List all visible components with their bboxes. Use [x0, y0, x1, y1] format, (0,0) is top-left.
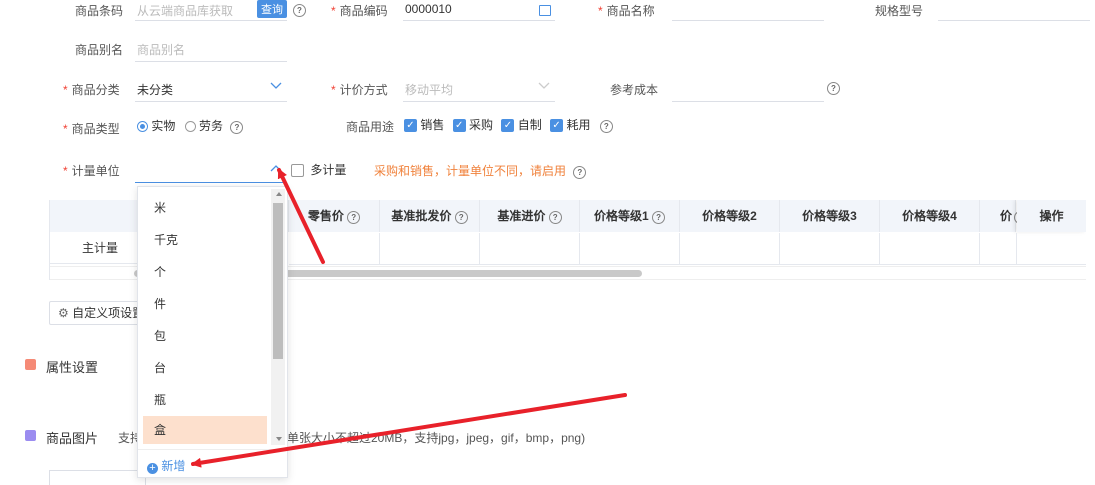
dropdown-option[interactable]: 包: [143, 322, 267, 350]
type-radio-group: 实物 劳务 ?: [137, 117, 244, 134]
th-wholesale-price: 基准批发价 ?: [380, 200, 480, 232]
barcode-placeholder: 从云端商品库获取: [137, 4, 234, 18]
attr-section-title: 属性设置: [46, 360, 99, 375]
category-value: 未分类: [137, 83, 174, 97]
scroll-up-icon[interactable]: [276, 192, 282, 196]
unit-label: * 计量单位: [63, 164, 120, 178]
usage-checkbox-group: ✓ 销售 ✓ 采购 ✓ 自制 ✓ 耗用 ?: [404, 116, 613, 133]
checkbox-self-made[interactable]: ✓: [501, 119, 515, 133]
checkbox-sales-label: 销售: [420, 118, 445, 132]
checkbox-purchase[interactable]: ✓: [452, 119, 466, 133]
dropdown-option[interactable]: 件: [143, 290, 267, 318]
image-section-icon: [25, 430, 36, 441]
dropdown-option[interactable]: 千克: [143, 226, 267, 254]
table-cell[interactable]: [289, 233, 380, 265]
image-section-title: 商品图片: [46, 431, 99, 446]
chevron-down-icon: [270, 82, 282, 89]
type-label: * 商品类型: [63, 122, 120, 136]
plus-circle-icon: +: [147, 463, 158, 474]
attr-section-icon: [25, 359, 36, 370]
dropdown-option[interactable]: 个: [143, 258, 267, 286]
code-generate-icon[interactable]: [539, 5, 551, 16]
th-price-level-3: 价格等级3: [780, 200, 880, 232]
alias-placeholder: 商品别名: [137, 43, 186, 57]
dropdown-scroll-thumb[interactable]: [273, 203, 283, 359]
scroll-down-icon[interactable]: [276, 437, 282, 441]
th-price-cut: 价?: [980, 200, 1028, 232]
name-input[interactable]: [672, 0, 824, 21]
checkbox-consume[interactable]: ✓: [550, 119, 564, 133]
dropdown-divider: [138, 449, 287, 450]
th-price-level-1: 价格等级1 ?: [580, 200, 680, 232]
barcode-input[interactable]: 从云端商品库获取 查询: [135, 0, 287, 21]
name-label: * 商品名称: [598, 4, 655, 18]
table-cell[interactable]: [380, 233, 480, 265]
pricing-label: * 计价方式: [331, 83, 388, 97]
multi-unit-checkbox[interactable]: [291, 164, 304, 178]
pricing-placeholder: 移动平均: [405, 83, 454, 97]
table-cell[interactable]: [780, 233, 880, 265]
checkbox-purchase-label: 采购: [469, 118, 494, 132]
th-price-level-4: 价格等级4: [880, 200, 980, 232]
dropdown-option[interactable]: 台: [143, 354, 267, 382]
dropdown-option[interactable]: 米: [143, 194, 267, 222]
barcode-help-icon[interactable]: ?: [293, 4, 306, 17]
radio-service[interactable]: [184, 121, 196, 133]
checkbox-sales[interactable]: ✓: [404, 119, 417, 133]
th-actions: 操作: [1017, 200, 1086, 232]
table-cell[interactable]: [580, 233, 680, 265]
chevron-up-icon: [270, 165, 282, 172]
chevron-down-icon: [538, 82, 550, 89]
code-input[interactable]: 0000010: [403, 0, 555, 21]
pricing-select[interactable]: 移动平均: [403, 77, 555, 102]
custom-settings-label: 自定义项设置: [72, 306, 145, 320]
table-cell-actions[interactable]: [1017, 233, 1086, 265]
dropdown-option[interactable]: 瓶: [143, 386, 267, 414]
image-upload-box[interactable]: [49, 470, 146, 485]
dropdown-option-highlighted[interactable]: 盒: [143, 416, 267, 444]
ref-cost-help-icon[interactable]: ?: [827, 82, 840, 95]
unit-warning: 采购和销售，计量单位不同，请启用 ?: [374, 162, 587, 179]
checkbox-consume-label: 耗用: [566, 118, 591, 132]
table-cell[interactable]: [880, 233, 980, 265]
alias-input[interactable]: 商品别名: [135, 37, 287, 62]
type-help-icon[interactable]: ?: [230, 121, 244, 134]
barcode-label: 商品条码: [75, 4, 124, 18]
multi-unit-toggle[interactable]: 多计量: [291, 161, 346, 178]
radio-physical[interactable]: [137, 121, 148, 133]
code-value: 0000010: [405, 2, 452, 16]
radio-service-label: 劳务: [199, 119, 224, 133]
unit-help-icon[interactable]: ?: [573, 166, 587, 179]
checkbox-self-made-label: 自制: [517, 118, 542, 132]
th-purchase-price: 基准进价 ?: [480, 200, 580, 232]
usage-help-icon[interactable]: ?: [599, 120, 613, 133]
alias-label: 商品别名: [75, 43, 124, 57]
th-retail-price: 零售价 ?: [289, 200, 380, 232]
radio-physical-label: 实物: [151, 119, 176, 133]
dropdown-scrollbar[interactable]: [271, 189, 285, 445]
table-cell[interactable]: [680, 233, 780, 265]
th-price-level-2: 价格等级2: [680, 200, 780, 232]
spec-input[interactable]: [938, 0, 1090, 21]
table-cell[interactable]: [980, 233, 1017, 265]
code-label: * 商品编码: [331, 4, 388, 18]
unit-select[interactable]: [135, 158, 287, 183]
dropdown-add-button[interactable]: + 新增: [147, 457, 185, 474]
ref-cost-input[interactable]: [672, 77, 824, 102]
multi-unit-label: 多计量: [310, 163, 347, 177]
category-select[interactable]: 未分类: [135, 77, 287, 102]
image-hint-suffix: 单张大小不超过20MB，支持jpg，jpeg，gif，bmp，png): [287, 431, 586, 445]
ref-cost-label: 参考成本: [610, 83, 659, 97]
unit-dropdown: 米 千克 个 件 包 台 瓶 盒 + 新增: [137, 186, 288, 478]
category-label: * 商品分类: [63, 83, 120, 97]
usage-label: 商品用途: [346, 120, 395, 134]
spec-label: 规格型号: [875, 4, 924, 18]
dropdown-add-label: 新增: [161, 459, 186, 473]
table-cell[interactable]: [480, 233, 580, 265]
query-button[interactable]: 查询: [257, 0, 287, 18]
gear-icon: ⚙: [58, 306, 69, 320]
